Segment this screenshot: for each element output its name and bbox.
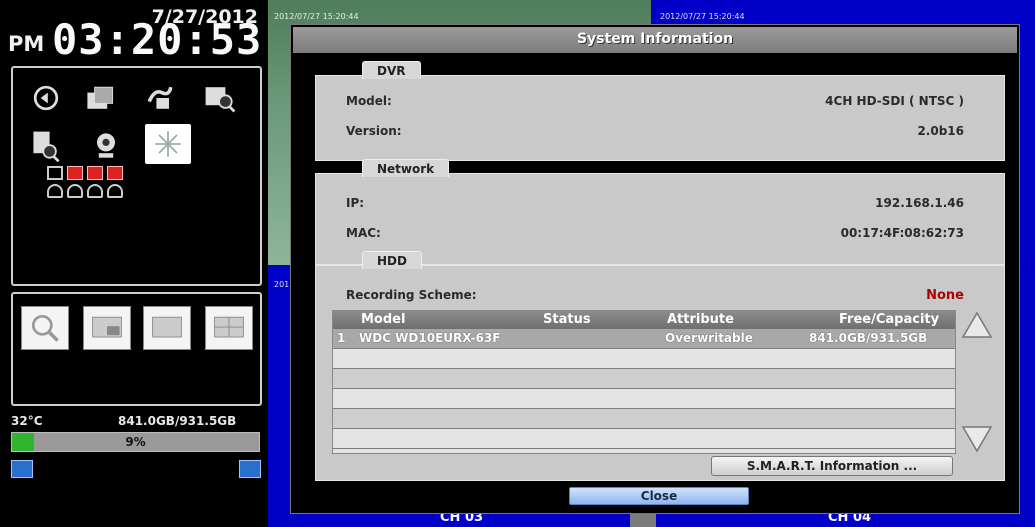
channel-record-icon <box>47 184 63 198</box>
channel-alarm-icon <box>67 166 83 180</box>
dvr-section-tab: DVR <box>362 61 421 79</box>
model-label: Model: <box>346 94 392 108</box>
network-icon[interactable] <box>11 460 33 478</box>
ip-label: IP: <box>346 196 365 210</box>
mac-value: 00:17:4F:08:62:73 <box>840 226 964 240</box>
user-icon[interactable] <box>239 460 261 478</box>
row-attribute: Overwritable <box>665 331 753 345</box>
table-row[interactable] <box>333 409 955 429</box>
clock: 7/27/2012 PM 03:20:53 <box>6 4 262 62</box>
row-index: 1 <box>337 331 346 345</box>
search-icon[interactable] <box>21 306 69 350</box>
close-button[interactable]: Close <box>569 487 749 505</box>
tool-panel <box>11 66 262 286</box>
schedule-search-icon[interactable] <box>197 78 243 118</box>
scroll-down-icon[interactable] <box>960 424 994 454</box>
table-row[interactable] <box>333 369 955 389</box>
col-status: Status <box>543 312 591 327</box>
log-search-icon[interactable] <box>23 126 69 166</box>
single-layout-icon[interactable] <box>143 306 191 350</box>
version-value: 2.0b16 <box>917 124 964 138</box>
ip-value: 192.168.1.46 <box>875 196 964 210</box>
storage-readout: 841.0GB/931.5GB <box>118 414 237 428</box>
channel-alarm-icon <box>107 166 123 180</box>
camera-timestamp: 201 <box>274 280 290 289</box>
table-row[interactable] <box>333 429 955 449</box>
dialog-title: System Information <box>576 31 734 47</box>
network-section-tab: Network <box>362 159 450 177</box>
ampm-indicator: PM <box>8 32 45 56</box>
dvr-section: DVR Model: 4CH HD-SDI ( NTSC ) Version: … <box>315 61 1005 161</box>
webcam-icon[interactable] <box>83 126 129 166</box>
mac-label: MAC: <box>346 226 381 240</box>
pip-layout-icon[interactable] <box>83 306 131 350</box>
camera-timestamp: 2012/07/27 15:20:44 <box>660 12 745 21</box>
control-panel: 7/27/2012 PM 03:20:53 32°C 841.0GB/931.5… <box>0 0 268 527</box>
camera-timestamp: 2012/07/27 15:20:44 <box>274 12 359 21</box>
quad-layout-icon[interactable] <box>205 306 253 350</box>
channel-record-icon <box>107 184 123 198</box>
row-model: WDC WD10EURX-63F <box>359 331 501 345</box>
hdd-section: HDD Recording Scheme: None Model Status … <box>315 251 1005 481</box>
ptz-hand-icon[interactable] <box>137 78 183 118</box>
hdd-section-tab: HDD <box>362 251 422 269</box>
channel-record-icon <box>67 184 83 198</box>
channel-record-icon <box>87 184 103 198</box>
model-value: 4CH HD-SDI ( NTSC ) <box>825 94 964 108</box>
time-display: 03:20:53 <box>52 15 263 64</box>
freeze-snowflake-icon[interactable] <box>145 124 191 164</box>
channel-status-grid <box>47 166 147 206</box>
playback-icon[interactable] <box>23 78 69 118</box>
hdd-table: Model Status Attribute Free/Capacity 1 W… <box>332 310 956 454</box>
view-layout-panel <box>11 292 262 406</box>
table-row[interactable] <box>333 349 955 369</box>
hdd-table-header: Model Status Attribute Free/Capacity <box>333 311 955 329</box>
table-row[interactable]: 1 WDC WD10EURX-63F Overwritable 841.0GB/… <box>333 329 955 349</box>
col-attribute: Attribute <box>667 312 734 327</box>
col-model: Model <box>361 312 406 327</box>
disk-usage-label: 9% <box>125 435 146 449</box>
temperature-readout: 32°C <box>11 414 43 428</box>
dialog-title-bar: System Information <box>293 27 1017 53</box>
disk-usage-bar: 9% <box>11 432 260 452</box>
col-free-capacity: Free/Capacity <box>839 312 940 327</box>
channel-alarm-icon <box>87 166 103 180</box>
scroll-up-icon[interactable] <box>960 310 994 340</box>
version-label: Version: <box>346 124 402 138</box>
recording-scheme-label: Recording Scheme: <box>346 288 477 302</box>
recording-scheme-value: None <box>926 288 964 303</box>
row-capacity: 841.0GB/931.5GB <box>809 331 928 345</box>
channel-monitor-icon <box>47 166 63 180</box>
smart-information-button[interactable]: S.M.A.R.T. Information ... <box>711 456 953 476</box>
file-folder-icon[interactable] <box>77 78 123 118</box>
system-information-dialog: System Information DVR Model: 4CH HD-SDI… <box>290 24 1020 514</box>
table-row[interactable] <box>333 389 955 409</box>
